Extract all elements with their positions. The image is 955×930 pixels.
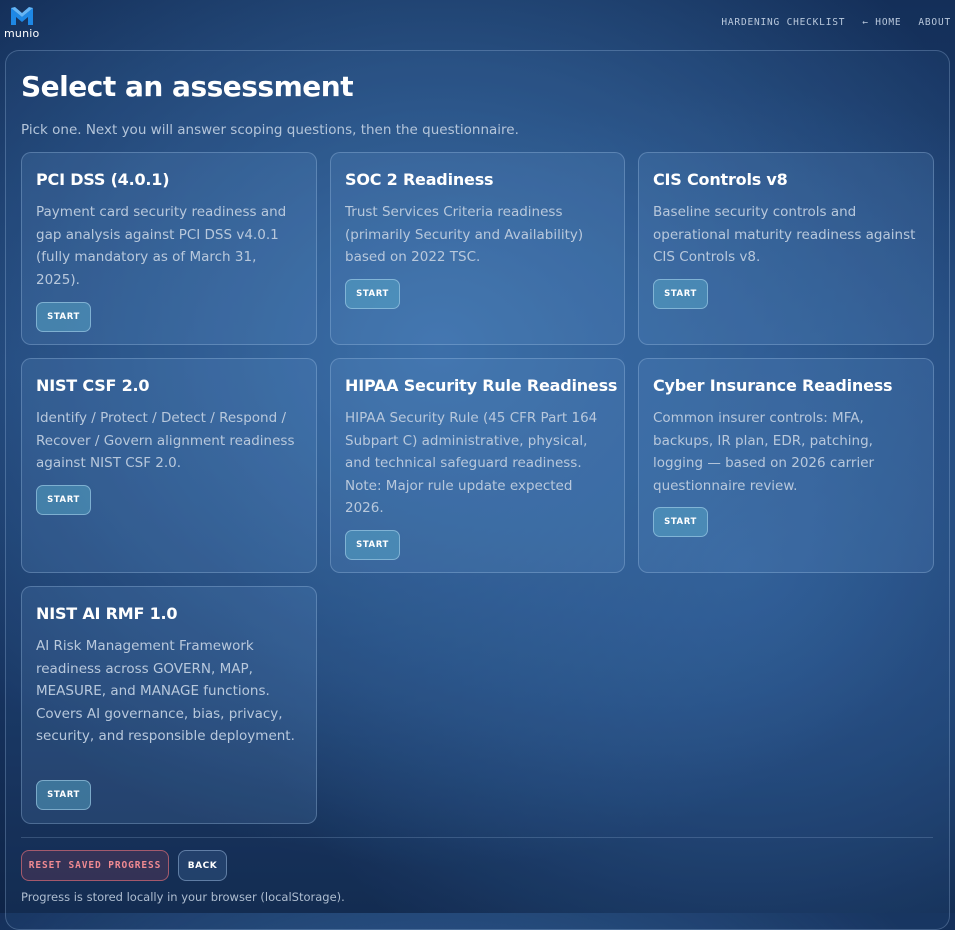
nav-hardening-checklist[interactable]: HARDENING CHECKLIST [721, 17, 845, 28]
card-description: Common insurer controls: MFA, backups, I… [653, 410, 875, 494]
storage-note: Progress is stored locally in your brows… [21, 890, 345, 904]
assessment-card-soc2: SOC 2 Readiness Trust Services Criteria … [330, 152, 625, 345]
assessment-card-pci-dss: PCI DSS (4.0.1) Payment card security re… [21, 152, 317, 345]
page-title: Select an assessment [21, 70, 354, 103]
reset-progress-button[interactable]: RESET SAVED PROGRESS [21, 850, 169, 881]
card-description: Identify / Protect / Detect / Respond / … [36, 410, 295, 471]
back-button[interactable]: BACK [178, 850, 227, 881]
top-nav: HARDENING CHECKLIST ← HOME ABOUT [704, 17, 951, 28]
start-button-pci-dss[interactable]: START [36, 302, 91, 332]
logo[interactable]: munio [4, 6, 40, 40]
nav-home[interactable]: ← HOME [862, 17, 901, 28]
card-description: Baseline security controls and operation… [653, 204, 916, 265]
assessment-card-cyber-insurance: Cyber Insurance Readiness Common insurer… [638, 358, 934, 573]
footer-divider [21, 837, 933, 838]
card-description: Trust Services Criteria readiness (prima… [345, 204, 584, 265]
munio-logo-icon [11, 7, 33, 25]
page-subtitle: Pick one. Next you will answer scoping q… [21, 122, 519, 138]
start-button-nist-ai-rmf[interactable]: START [36, 780, 91, 810]
assessment-card-nist-csf: NIST CSF 2.0 Identify / Protect / Detect… [21, 358, 317, 573]
start-button-hipaa[interactable]: START [345, 530, 400, 560]
assessment-card-nist-ai-rmf: NIST AI RMF 1.0 AI Risk Management Frame… [21, 586, 317, 824]
start-button-soc2[interactable]: START [345, 279, 400, 309]
card-title: NIST CSF 2.0 [36, 376, 150, 395]
logo-text: munio [4, 27, 40, 40]
card-title: CIS Controls v8 [653, 170, 788, 189]
card-description: Payment card security readiness and gap … [36, 204, 287, 288]
assessment-card-hipaa: HIPAA Security Rule Readiness HIPAA Secu… [330, 358, 625, 573]
start-button-cis[interactable]: START [653, 279, 708, 309]
start-button-cyber-insurance[interactable]: START [653, 507, 708, 537]
card-description: AI Risk Management Framework readiness a… [36, 638, 295, 744]
start-button-nist-csf[interactable]: START [36, 485, 91, 515]
card-title: SOC 2 Readiness [345, 170, 494, 189]
top-bar: munio HARDENING CHECKLIST ← HOME ABOUT [0, 0, 955, 46]
card-title: NIST AI RMF 1.0 [36, 604, 178, 623]
assessment-card-cis: CIS Controls v8 Baseline security contro… [638, 152, 934, 345]
card-title: PCI DSS (4.0.1) [36, 170, 170, 189]
nav-about[interactable]: ABOUT [918, 17, 951, 28]
card-description: HIPAA Security Rule (45 CFR Part 164 Sub… [345, 410, 598, 516]
card-title: HIPAA Security Rule Readiness [345, 376, 618, 395]
card-title: Cyber Insurance Readiness [653, 376, 893, 395]
